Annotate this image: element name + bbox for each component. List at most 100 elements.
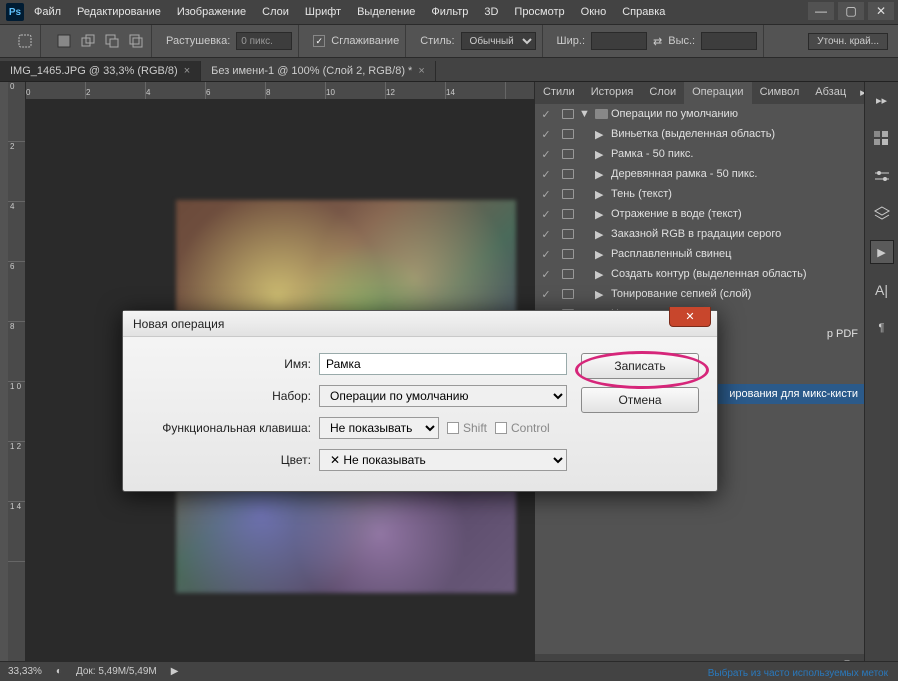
toggle-check-icon[interactable]: ✓ <box>535 108 557 121</box>
disclosure-right-icon[interactable]: ▶ <box>595 148 611 161</box>
character-icon[interactable]: A| <box>870 278 894 302</box>
close-icon[interactable]: × <box>418 65 424 77</box>
disclosure-down-icon[interactable]: ▼ <box>579 108 595 120</box>
swap-icon[interactable]: ⇄ <box>653 35 662 48</box>
disclosure-right-icon[interactable]: ▶ <box>595 208 611 221</box>
dialog-titlebar[interactable]: Новая операция ✕ <box>123 311 717 337</box>
status-arrow-icon[interactable]: ▶ <box>171 666 179 677</box>
swatches-icon[interactable] <box>870 126 894 150</box>
dialog-toggle-icon[interactable] <box>557 129 579 139</box>
dialog-toggle-icon[interactable] <box>557 209 579 219</box>
action-row[interactable]: ✓▶Виньетка (выделенная область) <box>535 124 864 144</box>
doc-tab-1[interactable]: IMG_1465.JPG @ 33,3% (RGB/8)× <box>0 61 201 81</box>
menu-select[interactable]: Выделение <box>357 6 415 18</box>
dialog-toggle-icon[interactable] <box>557 229 579 239</box>
new-selection-icon[interactable] <box>55 32 73 50</box>
doc-tab-2[interactable]: Без имени-1 @ 100% (Слой 2, RGB/8) *× <box>201 61 436 81</box>
dialog-toggle-icon[interactable] <box>557 189 579 199</box>
menu-filter[interactable]: Фильтр <box>431 6 468 18</box>
status-icon[interactable]: ◐ <box>56 666 62 677</box>
menu-layers[interactable]: Слои <box>262 6 289 18</box>
minimize-button[interactable]: — <box>808 2 834 20</box>
action-name-input[interactable] <box>319 353 567 375</box>
menu-type[interactable]: Шрифт <box>305 6 341 18</box>
disclosure-right-icon[interactable]: ▶ <box>595 268 611 281</box>
toggle-check-icon[interactable]: ✓ <box>535 288 557 301</box>
menu-help[interactable]: Справка <box>622 6 665 18</box>
toggle-check-icon[interactable]: ✓ <box>535 188 557 201</box>
action-row[interactable]: ✓▶Заказной RGB в градации серого <box>535 224 864 244</box>
toggle-check-icon[interactable]: ✓ <box>535 268 557 281</box>
disclosure-right-icon[interactable]: ▶ <box>595 188 611 201</box>
dialog-toggle-icon[interactable] <box>557 269 579 279</box>
panel-tab-history[interactable]: История <box>583 82 642 104</box>
style-select[interactable]: Обычный <box>461 32 536 50</box>
action-row[interactable]: ✓ ▶Тень (текст) <box>535 184 864 204</box>
close-icon[interactable]: × <box>184 65 190 77</box>
toggle-check-icon[interactable]: ✓ <box>535 148 557 161</box>
action-row[interactable]: ✓▶Деревянная рамка - 50 пикс. <box>535 164 864 184</box>
zoom-level[interactable]: 33,33% <box>8 666 42 677</box>
refine-edge-button[interactable]: Уточн. край... <box>808 33 888 50</box>
options-bar: Растушевка: ✓ Сглаживание Стиль: Обычный… <box>0 24 898 58</box>
menu-edit[interactable]: Редактирование <box>77 6 161 18</box>
action-row[interactable]: ✓▶Отражение в воде (текст) <box>535 204 864 224</box>
subtract-selection-icon[interactable] <box>103 32 121 50</box>
control-checkbox[interactable]: Control <box>495 421 550 435</box>
disclosure-right-icon[interactable]: ▶ <box>595 168 611 181</box>
dock-collapse-icon[interactable]: ▸▸ <box>870 88 894 112</box>
action-root[interactable]: ✓ ▼ Операции по умолчанию <box>535 104 864 124</box>
disclosure-right-icon[interactable]: ▶ <box>595 228 611 241</box>
fkey-select[interactable]: Не показывать <box>319 417 439 439</box>
panel-tab-char[interactable]: Символ <box>752 82 808 104</box>
action-label: Тень (текст) <box>611 188 672 200</box>
menu-window[interactable]: Окно <box>581 6 607 18</box>
height-input[interactable] <box>701 32 757 50</box>
menu-3d[interactable]: 3D <box>484 6 498 18</box>
paragraph-icon[interactable]: ¶ <box>870 316 894 340</box>
toggle-check-icon[interactable]: ✓ <box>535 208 557 221</box>
menu-view[interactable]: Просмотр <box>514 6 564 18</box>
intersect-selection-icon[interactable] <box>127 32 145 50</box>
toggle-check-icon[interactable]: ✓ <box>535 228 557 241</box>
dialog-toggle-icon[interactable] <box>557 249 579 259</box>
panel-tab-layers[interactable]: Слои <box>641 82 684 104</box>
panel-tab-actions[interactable]: Операции <box>684 82 751 104</box>
maximize-button[interactable]: ▢ <box>838 2 864 20</box>
menu-image[interactable]: Изображение <box>177 6 246 18</box>
action-row[interactable]: ✓▶Тонирование сепией (слой) <box>535 284 864 304</box>
disclosure-right-icon[interactable]: ▶ <box>595 248 611 261</box>
style-label: Стиль: <box>420 35 454 47</box>
width-input[interactable] <box>591 32 647 50</box>
disclosure-right-icon[interactable]: ▶ <box>595 128 611 141</box>
disclosure-right-icon[interactable]: ▶ <box>595 288 611 301</box>
close-window-button[interactable]: ✕ <box>868 2 894 20</box>
action-set-select[interactable]: Операции по умолчанию <box>319 385 567 407</box>
toggle-check-icon[interactable]: ✓ <box>535 248 557 261</box>
toggle-check-icon[interactable]: ✓ <box>535 168 557 181</box>
dialog-toggle-icon[interactable] <box>557 169 579 179</box>
action-row[interactable]: ✓▶Расплавленный свинец <box>535 244 864 264</box>
panel-tab-para[interactable]: Абзац <box>807 82 854 104</box>
color-select[interactable]: ✕ Не показывать <box>319 449 567 471</box>
antialias-checkbox[interactable]: ✓ <box>313 35 325 47</box>
shift-checkbox[interactable]: Shift <box>447 421 487 435</box>
tool-preset-icon[interactable] <box>16 32 34 50</box>
menu-file[interactable]: Файл <box>34 6 61 18</box>
dialog-close-button[interactable]: ✕ <box>669 307 711 327</box>
play-panel-icon[interactable]: ▶ <box>870 240 894 264</box>
feather-input[interactable] <box>236 32 292 50</box>
dialog-toggle-icon[interactable] <box>557 289 579 299</box>
layers-stack-icon[interactable] <box>870 202 894 226</box>
dialog-toggle-icon[interactable] <box>557 149 579 159</box>
action-row[interactable]: ✓▶Рамка - 50 пикс. <box>535 144 864 164</box>
cancel-button[interactable]: Отмена <box>581 387 699 413</box>
footer-link[interactable]: Выбрать из часто используемых меток <box>708 668 888 679</box>
add-selection-icon[interactable] <box>79 32 97 50</box>
adjustments-icon[interactable] <box>870 164 894 188</box>
record-button[interactable]: Записать <box>581 353 699 379</box>
dialog-toggle-icon[interactable] <box>557 109 579 119</box>
action-row[interactable]: ✓▶Создать контур (выделенная область) <box>535 264 864 284</box>
panel-tab-styles[interactable]: Стили <box>535 82 583 104</box>
toggle-check-icon[interactable]: ✓ <box>535 128 557 141</box>
